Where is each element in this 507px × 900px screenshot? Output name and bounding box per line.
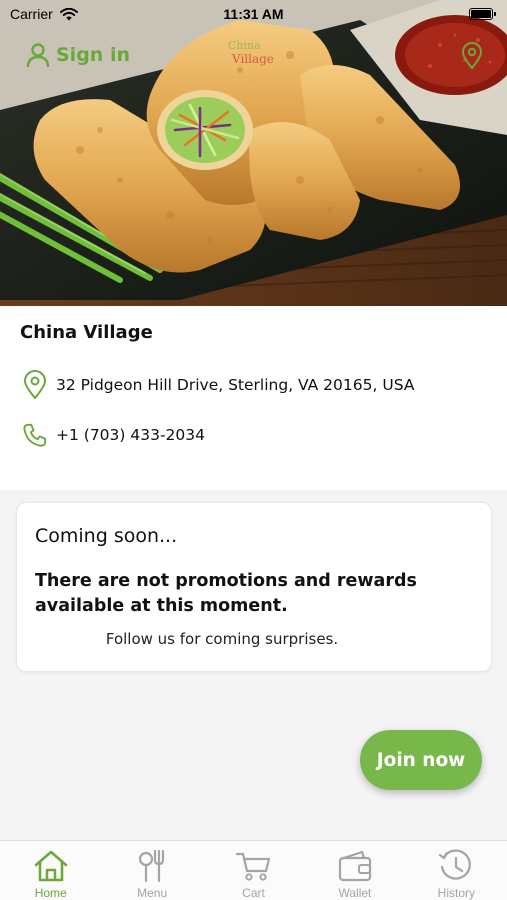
tab-bar: Home Menu Cart Wallet History bbox=[0, 840, 507, 900]
sign-in-button[interactable]: Sign in bbox=[26, 42, 130, 68]
china-village-logo: China Village bbox=[222, 36, 288, 68]
logo-text-bottom: Village bbox=[231, 52, 274, 66]
tab-home-label: Home bbox=[34, 886, 67, 900]
tab-history[interactable]: History bbox=[406, 841, 507, 900]
battery-icon bbox=[469, 8, 496, 20]
tab-wallet[interactable]: Wallet bbox=[304, 841, 405, 900]
history-icon bbox=[439, 849, 472, 880]
tab-wallet-label: Wallet bbox=[338, 886, 372, 900]
tab-menu-label: Menu bbox=[137, 886, 168, 900]
logo-text-top: China bbox=[228, 39, 261, 52]
cart-icon bbox=[235, 852, 270, 881]
join-now-button[interactable]: Join now bbox=[360, 730, 482, 790]
sign-in-label: Sign in bbox=[56, 44, 130, 66]
tab-cart[interactable]: Cart bbox=[203, 841, 304, 900]
address-row[interactable]: 32 Pidgeon Hill Drive, Sterling, VA 2016… bbox=[22, 370, 414, 400]
carrier-label: Carrier bbox=[10, 6, 53, 22]
address-text: 32 Pidgeon Hill Drive, Sterling, VA 2016… bbox=[56, 376, 415, 394]
store-name: China Village bbox=[20, 322, 153, 343]
location-button[interactable] bbox=[461, 42, 483, 74]
home-icon bbox=[34, 850, 67, 882]
status-bar: Carrier 11:31 AM bbox=[0, 0, 507, 28]
tab-home[interactable]: Home bbox=[0, 841, 101, 900]
hero-banner: Carrier 11:31 AM Sign in China Village bbox=[0, 0, 507, 306]
promo-title: Coming soon... bbox=[35, 525, 178, 547]
tab-cart-label: Cart bbox=[242, 886, 265, 900]
tab-menu[interactable]: Menu bbox=[101, 841, 202, 900]
wallet-icon bbox=[338, 850, 372, 882]
promo-follow-text: Follow us for coming surprises. bbox=[105, 630, 339, 648]
map-pin-icon bbox=[23, 370, 47, 400]
wifi-icon bbox=[59, 7, 78, 20]
phone-text: +1 (703) 433-2034 bbox=[56, 426, 206, 444]
phone-row[interactable]: +1 (703) 433-2034 bbox=[22, 420, 205, 450]
tab-history-label: History bbox=[437, 886, 475, 900]
phone-icon bbox=[23, 423, 47, 447]
store-info: China Village 32 Pidgeon Hill Drive, Ste… bbox=[0, 306, 507, 490]
promo-message: There are not promotions and rewards ava… bbox=[35, 571, 417, 616]
map-pin-icon bbox=[461, 42, 483, 70]
promo-card: Coming soon... There are not promotions … bbox=[16, 502, 492, 672]
user-icon bbox=[26, 43, 50, 68]
fork-knife-icon bbox=[139, 849, 165, 883]
